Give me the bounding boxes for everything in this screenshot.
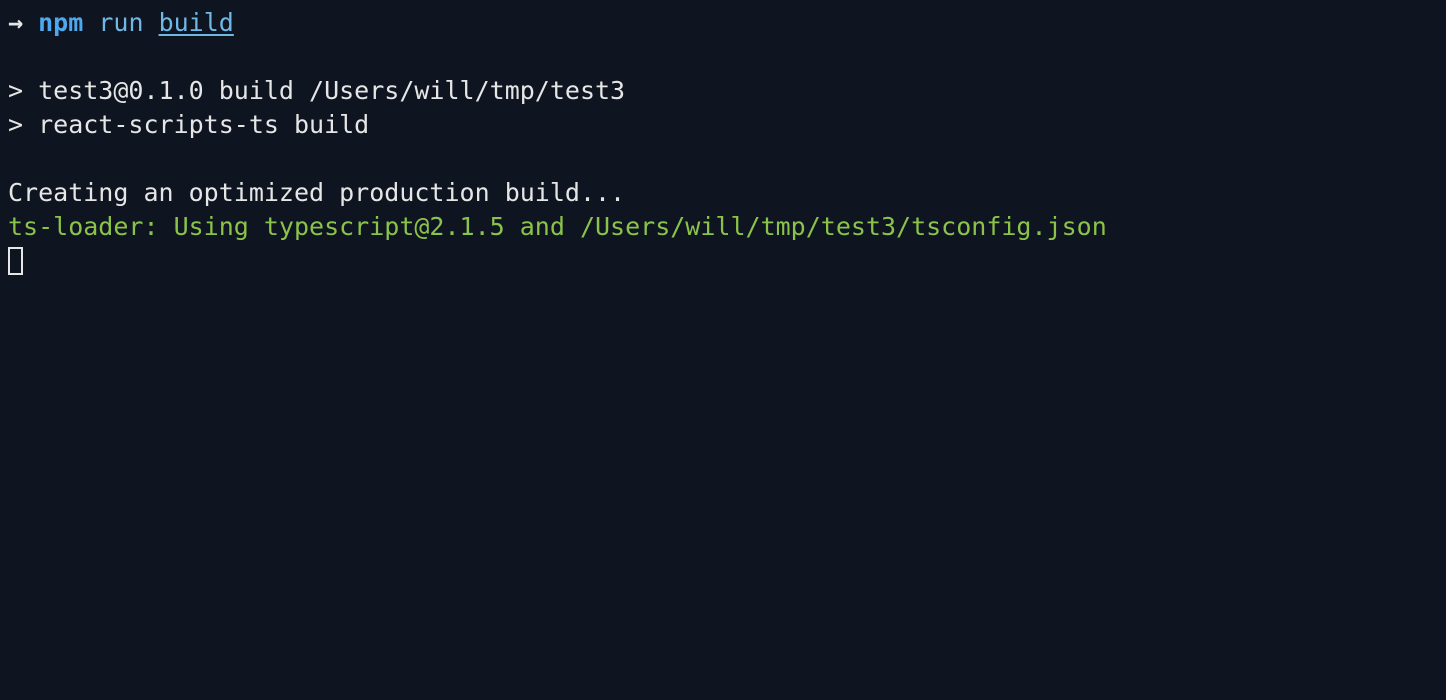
cursor-icon bbox=[8, 247, 23, 275]
blank-line bbox=[8, 40, 1438, 74]
output-status-line: Creating an optimized production build..… bbox=[8, 176, 1438, 210]
command-npm: npm bbox=[38, 8, 83, 37]
output-line-2: > react-scripts-ts build bbox=[8, 108, 1438, 142]
blank-line bbox=[8, 142, 1438, 176]
prompt-arrow-icon: → bbox=[8, 8, 23, 37]
cursor-line[interactable] bbox=[8, 244, 1438, 278]
command-run: run bbox=[98, 8, 143, 37]
output-tsloader-line: ts-loader: Using typescript@2.1.5 and /U… bbox=[8, 210, 1438, 244]
prompt-line[interactable]: → npm run build bbox=[8, 6, 1438, 40]
output-line-1: > test3@0.1.0 build /Users/will/tmp/test… bbox=[8, 74, 1438, 108]
command-build: build bbox=[159, 8, 234, 37]
